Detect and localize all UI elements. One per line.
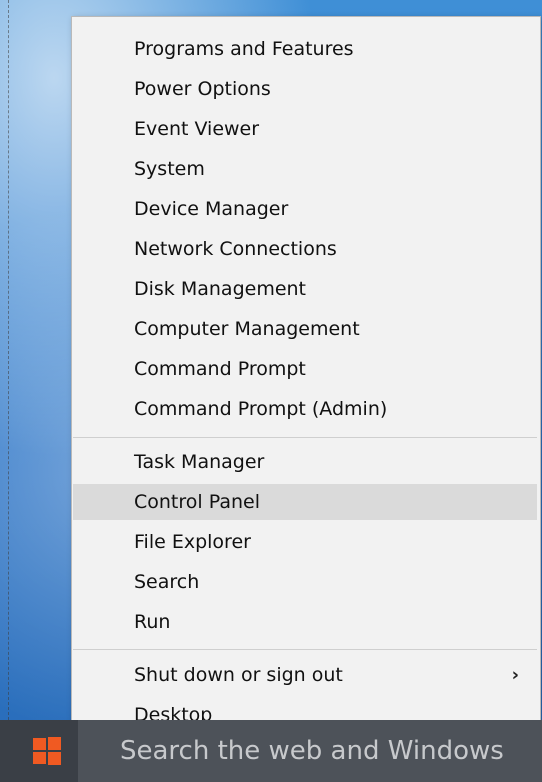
- menu-item-label: Command Prompt: [134, 358, 306, 380]
- menu-item-label: Control Panel: [134, 491, 260, 513]
- menu-item-file-explorer[interactable]: File Explorer: [73, 524, 537, 560]
- menu-item-label: Computer Management: [134, 318, 360, 340]
- menu-item-label: Search: [134, 571, 200, 593]
- menu-item-command-prompt[interactable]: Command Prompt: [73, 351, 537, 387]
- menu-item-label: Event Viewer: [134, 118, 260, 140]
- menu-item-network-connections[interactable]: Network Connections: [73, 231, 537, 267]
- menu-item-label: Command Prompt (Admin): [134, 398, 388, 420]
- desktop-selection-edge: [8, 0, 9, 720]
- menu-item-command-prompt-admin[interactable]: Command Prompt (Admin): [73, 391, 537, 427]
- menu-item-device-manager[interactable]: Device Manager: [73, 191, 537, 227]
- windows-logo-icon: [33, 737, 61, 765]
- taskbar: Search the web and Windows: [0, 720, 542, 782]
- menu-item-search[interactable]: Search: [73, 564, 537, 600]
- taskbar-search-box[interactable]: Search the web and Windows: [78, 720, 542, 782]
- menu-item-system[interactable]: System: [73, 151, 537, 187]
- menu-item-label: Network Connections: [134, 238, 337, 260]
- menu-item-disk-management[interactable]: Disk Management: [73, 271, 537, 307]
- menu-item-event-viewer[interactable]: Event Viewer: [73, 111, 537, 147]
- menu-item-label: Programs and Features: [134, 38, 354, 60]
- menu-item-computer-management[interactable]: Computer Management: [73, 311, 537, 347]
- menu-item-label: Run: [134, 611, 171, 633]
- start-button[interactable]: [24, 736, 70, 766]
- menu-separator: [73, 437, 537, 438]
- menu-item-label: Task Manager: [134, 451, 265, 473]
- menu-separator: [73, 649, 537, 650]
- menu-item-control-panel[interactable]: Control Panel: [73, 484, 537, 520]
- menu-item-label: File Explorer: [134, 531, 251, 553]
- menu-item-label: Device Manager: [134, 198, 289, 220]
- menu-item-task-manager[interactable]: Task Manager: [73, 444, 537, 480]
- menu-item-label: System: [134, 158, 205, 180]
- menu-item-label: Shut down or sign out: [134, 664, 343, 686]
- menu-item-label: Power Options: [134, 78, 271, 100]
- menu-item-label: Disk Management: [134, 278, 307, 300]
- menu-item-programs-and-features[interactable]: Programs and Features: [73, 31, 537, 67]
- menu-item-shut-down-or-sign-out[interactable]: Shut down or sign out ›: [73, 657, 537, 693]
- quick-link-menu: Programs and Features Power Options Even…: [71, 16, 541, 741]
- menu-item-power-options[interactable]: Power Options: [73, 71, 537, 107]
- submenu-arrow-icon: ›: [511, 664, 519, 686]
- menu-item-run[interactable]: Run: [73, 604, 537, 640]
- search-placeholder: Search the web and Windows: [120, 736, 504, 766]
